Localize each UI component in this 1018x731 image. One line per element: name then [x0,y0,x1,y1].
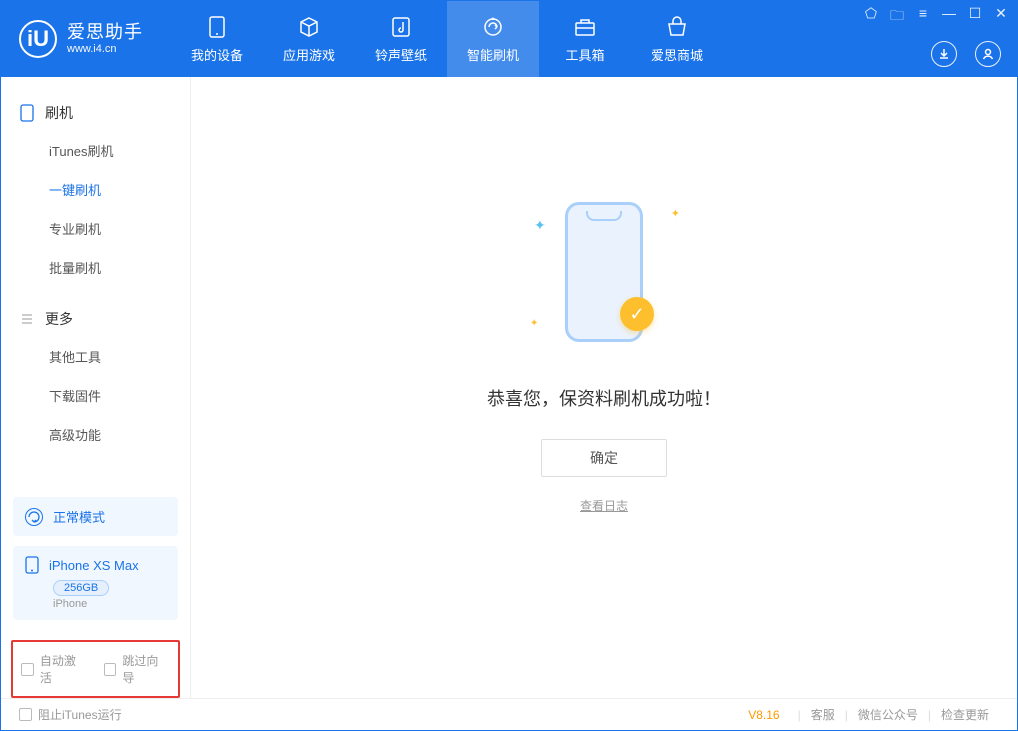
app-name: 爱思助手 [67,23,143,43]
nav-ringtone-wallpaper[interactable]: 铃声壁纸 [355,1,447,77]
lock-icon[interactable]: 🗀 [889,5,905,29]
shirt-icon[interactable]: ⬠ [863,5,879,29]
device-phone-icon [25,556,39,574]
ok-button[interactable]: 确定 [541,439,667,477]
checkbox-label: 跳过向导 [122,652,170,686]
download-button[interactable] [931,41,957,67]
device-icon [205,15,229,39]
group-title: 刷机 [45,103,73,123]
nav-label: 爱思商城 [651,45,703,64]
sidebar-footer: 正常模式 iPhone XS Max 256GB iPhone [1,485,190,632]
sparkle-icon: ✦ [530,318,538,329]
menu-icon[interactable]: ≡ [915,5,931,29]
sparkle-icon: ✦ [534,217,546,234]
sidebar: 刷机 iTunes刷机 一键刷机 专业刷机 批量刷机 更多 其他工具 下载固件 … [1,77,191,698]
sidebar-group-header: 刷机 [1,95,190,131]
device-card[interactable]: iPhone XS Max 256GB iPhone [13,546,178,620]
top-nav: 我的设备 应用游戏 铃声壁纸 智能刷机 工具箱 [171,1,723,77]
checkbox-icon [104,663,117,676]
close-button[interactable]: ✕ [993,5,1009,29]
sidebar-group-flash: 刷机 iTunes刷机 一键刷机 专业刷机 批量刷机 [1,95,190,287]
nav-label: 应用游戏 [283,45,335,64]
checkbox-label: 阻止iTunes运行 [38,706,122,723]
nav-smart-flash[interactable]: 智能刷机 [447,1,539,77]
checkbox-icon [21,663,34,676]
logo: iU 爱思助手 www.i4.cn [1,20,161,58]
highlighted-options: 自动激活 跳过向导 [11,640,180,698]
window-controls: ⬠ 🗀 ≡ — ☐ ✕ [863,5,1009,29]
phone-icon [19,105,35,121]
success-illustration: ✦ ✦ ✦ ✓ [514,187,694,357]
sidebar-item-pro-flash[interactable]: 专业刷机 [1,209,190,248]
maximize-button[interactable]: ☐ [967,5,983,29]
logo-mark: iU [19,20,57,58]
sidebar-item-other-tools[interactable]: 其他工具 [1,337,190,376]
refresh-icon [481,15,505,39]
nav-store[interactable]: 爱思商城 [631,1,723,77]
success-message: 恭喜您，保资料刷机成功啦！ [487,385,721,411]
list-icon [19,311,35,327]
checkbox-skip-guide[interactable]: 跳过向导 [104,652,171,686]
nav-label: 铃声壁纸 [375,45,427,64]
nav-label: 智能刷机 [467,45,519,64]
sidebar-group-header: 更多 [1,301,190,337]
header-actions [931,41,1001,67]
sidebar-item-batch-flash[interactable]: 批量刷机 [1,248,190,287]
mode-icon [25,508,43,526]
music-icon [389,15,413,39]
device-capacity: 256GB [53,580,109,596]
account-button[interactable] [975,41,1001,67]
sidebar-item-advanced[interactable]: 高级功能 [1,415,190,454]
footer-link-wechat[interactable]: 微信公众号 [848,706,928,723]
cube-icon [297,15,321,39]
nav-toolbox[interactable]: 工具箱 [539,1,631,77]
logo-text: 爱思助手 www.i4.cn [67,23,143,55]
checkbox-block-itunes[interactable]: 阻止iTunes运行 [19,706,122,723]
sidebar-group-more: 更多 其他工具 下载固件 高级功能 [1,301,190,454]
app-body: 刷机 iTunes刷机 一键刷机 专业刷机 批量刷机 更多 其他工具 下载固件 … [1,77,1017,698]
version-label: V8.16 [748,708,779,722]
device-type: iPhone [53,598,166,610]
toolbox-icon [573,15,597,39]
sidebar-item-download-firmware[interactable]: 下载固件 [1,376,190,415]
footer-link-update[interactable]: 检查更新 [931,706,999,723]
checkbox-label: 自动激活 [40,652,88,686]
view-log-link[interactable]: 查看日志 [580,497,628,514]
checkbox-icon [19,708,32,721]
nav-label: 工具箱 [565,45,604,64]
minimize-button[interactable]: — [941,5,957,29]
nav-apps-games[interactable]: 应用游戏 [263,1,355,77]
main-content: ✦ ✦ ✦ ✓ 恭喜您，保资料刷机成功啦！ 确定 查看日志 [191,77,1017,698]
sidebar-item-oneclick-flash[interactable]: 一键刷机 [1,170,190,209]
nav-label: 我的设备 [191,45,243,64]
nav-my-device[interactable]: 我的设备 [171,1,263,77]
mode-card[interactable]: 正常模式 [13,497,178,536]
check-badge-icon: ✓ [620,297,654,331]
group-title: 更多 [45,309,73,329]
mode-label: 正常模式 [53,507,105,526]
sidebar-nav: 刷机 iTunes刷机 一键刷机 专业刷机 批量刷机 更多 其他工具 下载固件 … [1,77,190,485]
checkbox-auto-activate[interactable]: 自动激活 [21,652,88,686]
sparkle-icon: ✦ [671,207,680,220]
footer-link-support[interactable]: 客服 [801,706,845,723]
sidebar-item-itunes-flash[interactable]: iTunes刷机 [1,131,190,170]
device-name: iPhone XS Max [49,558,139,573]
status-bar: 阻止iTunes运行 V8.16 | 客服 | 微信公众号 | 检查更新 [1,698,1017,730]
app-url: www.i4.cn [67,43,143,55]
shop-icon [665,15,689,39]
app-header: iU 爱思助手 www.i4.cn 我的设备 应用游戏 铃声壁纸 [1,1,1017,77]
